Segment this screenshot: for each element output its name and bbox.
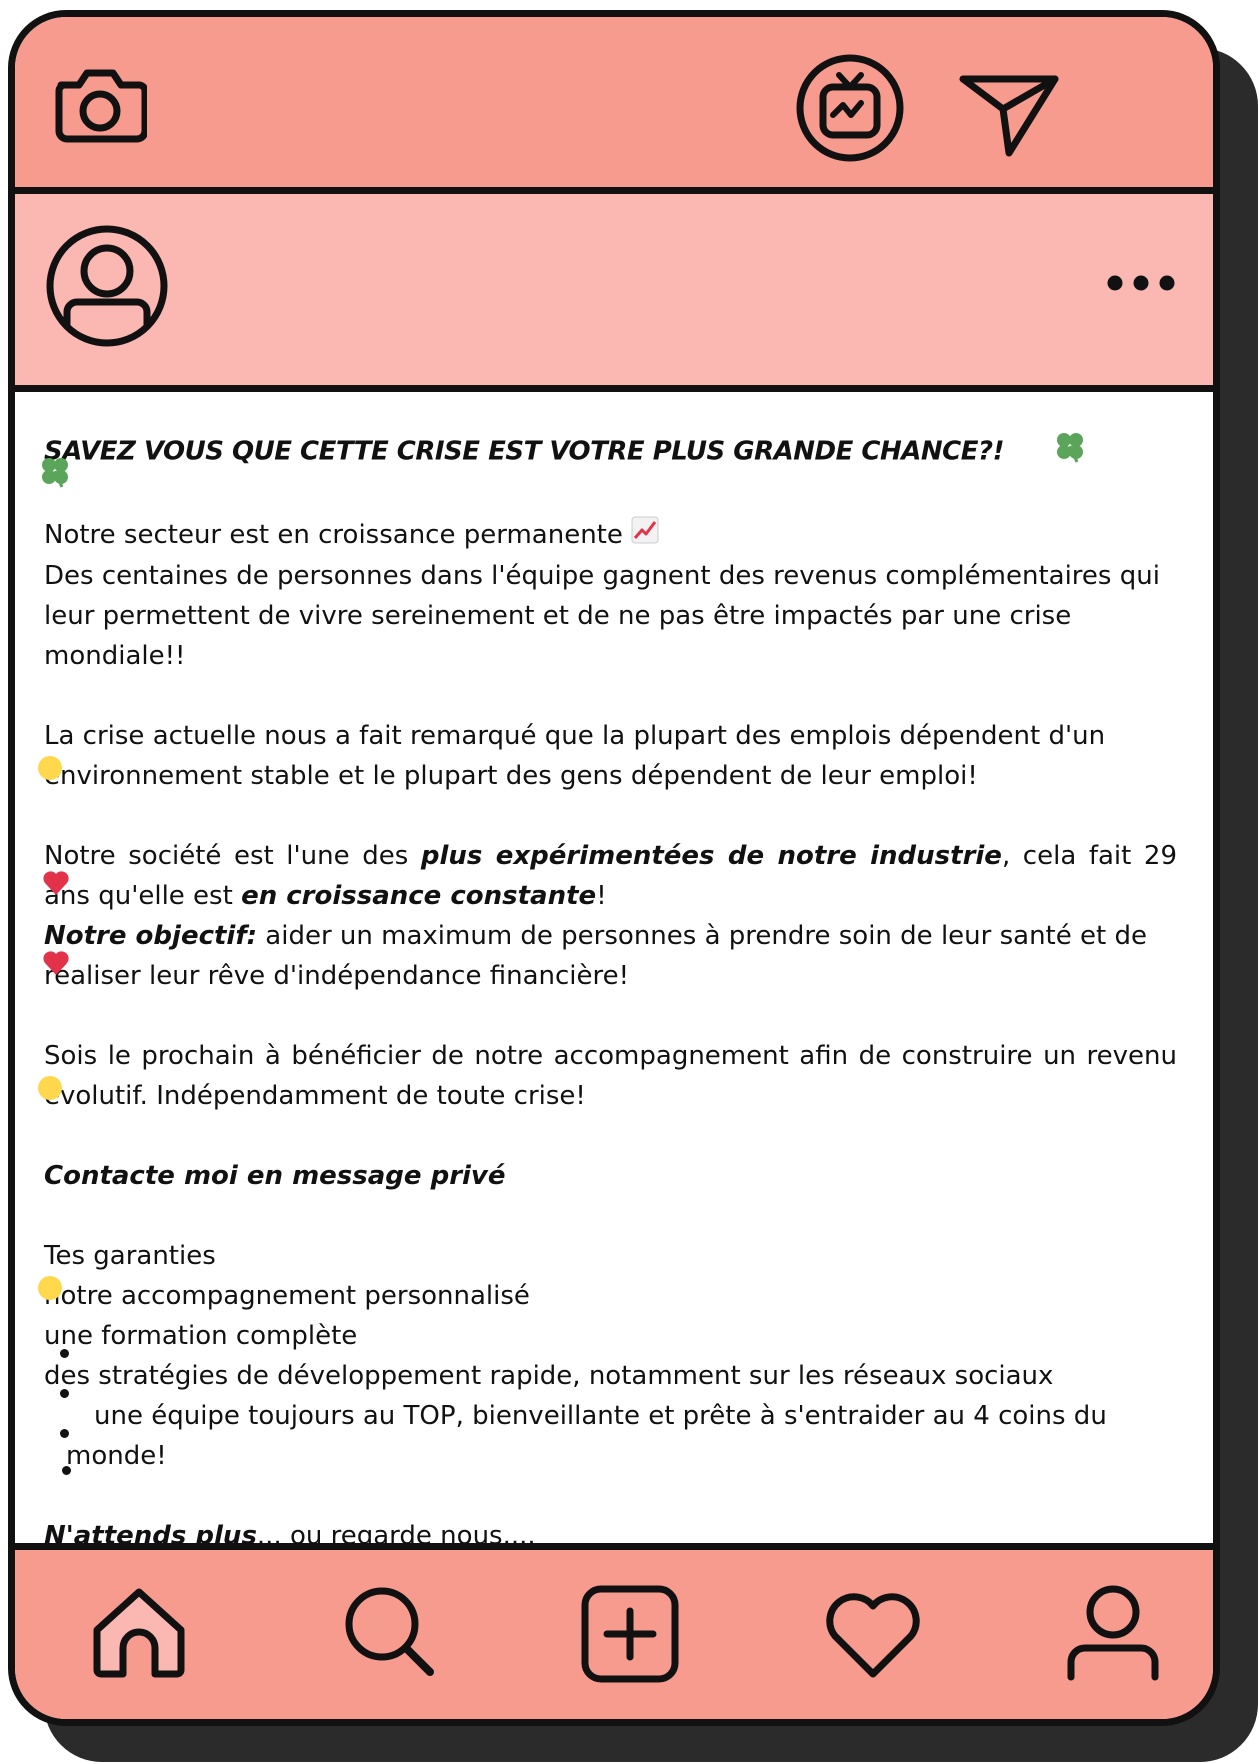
bullet-icon xyxy=(60,1348,69,1358)
paragraph-crisis: La crise actuelle nous a fait remarqué q… xyxy=(38,716,1177,796)
chart-increasing-emoji xyxy=(631,516,659,556)
list-item: une équipe toujours au TOP, bienveillant… xyxy=(44,1396,1177,1476)
paragraph-company: Notre société est l'une des plus expérim… xyxy=(43,840,1178,911)
add-post-icon[interactable] xyxy=(580,1584,680,1684)
contact-line: Contacte moi en message privé xyxy=(44,1160,506,1191)
guarantees-title: Tes garanties xyxy=(38,1236,1177,1300)
list-item: notre accompagnement personnalisé xyxy=(44,1276,1177,1358)
heart-icon[interactable] xyxy=(825,1592,921,1680)
headline-text: SAVEZ VOUS QUE CETTE CRISE EST VOTRE PLU… xyxy=(44,436,1004,467)
camera-icon[interactable] xyxy=(53,63,147,145)
post-header xyxy=(15,194,1213,392)
paragraph-next: Sois le prochain à bénéficier de notre a… xyxy=(38,1036,1177,1116)
more-options-icon[interactable] xyxy=(1105,271,1177,295)
send-icon[interactable] xyxy=(957,63,1061,159)
clover-emoji-right xyxy=(1053,429,1087,475)
paragraph-growth: Notre secteur est en croissance permanen… xyxy=(44,515,1177,676)
bullet-icon xyxy=(60,1428,69,1438)
post-caption: SAVEZ VOUS QUE CETTE CRISE EST VOTRE PLU… xyxy=(38,429,1178,1556)
phone-frame: SAVEZ VOUS QUE CETTE CRISE EST VOTRE PLU… xyxy=(8,10,1220,1726)
top-bar xyxy=(15,17,1213,194)
growth-line: Notre secteur est en croissance permanen… xyxy=(44,520,623,550)
avatar-icon[interactable] xyxy=(45,224,169,348)
profile-icon[interactable] xyxy=(1063,1582,1163,1682)
igtv-icon[interactable] xyxy=(795,53,905,163)
search-icon[interactable] xyxy=(342,1584,438,1680)
list-item: une formation complète xyxy=(44,1316,1177,1398)
list-item: des stratégies de développement rapide, … xyxy=(44,1356,1177,1438)
bullet-icon xyxy=(60,1388,69,1398)
paragraph-objective: Notre objectif: aider un maximum de pers… xyxy=(43,920,1147,991)
growth-detail: Des centaines de personnes dans l'équipe… xyxy=(44,560,1160,671)
bullet-icon xyxy=(62,1465,71,1475)
home-icon[interactable] xyxy=(89,1586,189,1678)
post-headline: SAVEZ VOUS QUE CETTE CRISE EST VOTRE PLU… xyxy=(42,429,1177,488)
bottom-nav xyxy=(15,1543,1213,1719)
